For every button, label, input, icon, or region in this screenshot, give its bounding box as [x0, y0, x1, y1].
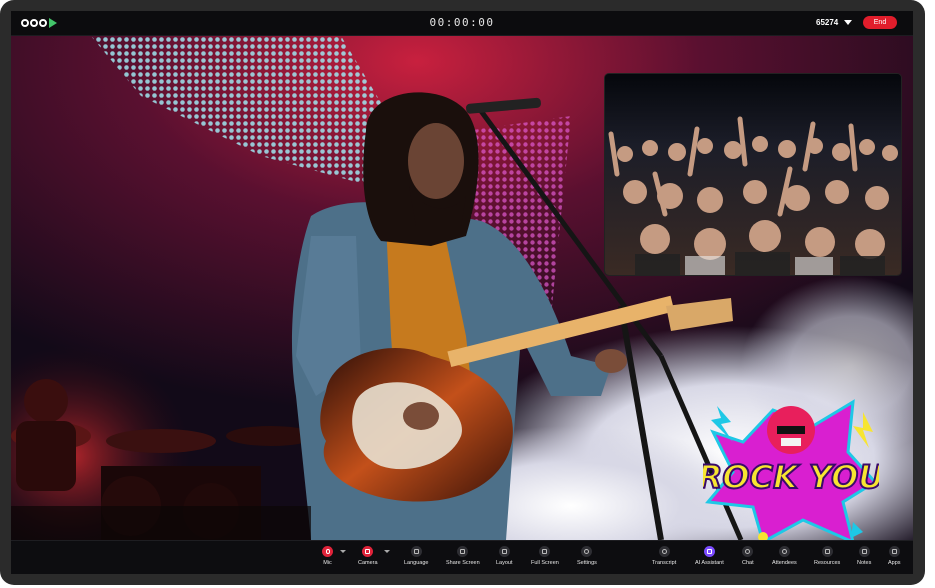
settings-icon: [581, 546, 593, 557]
language-icon: [410, 546, 422, 557]
sticker-text: ROCK YOU: [703, 458, 879, 496]
chat-icon: [742, 546, 754, 557]
participant-video-thumbnail[interactable]: [604, 73, 902, 276]
device-frame: 00:00:00 65274 End ROCK YOU Mic Camera L…: [0, 0, 925, 585]
settings-button[interactable]: Settings: [577, 546, 597, 566]
transcript-icon: [658, 546, 670, 557]
meeting-screen: 00:00:00 65274 End ROCK YOU Mic Camera L…: [11, 11, 913, 574]
ai-assistant-icon: [703, 546, 715, 557]
resources-icon: [821, 546, 833, 557]
resources-button[interactable]: Resources: [814, 546, 840, 566]
chat-button[interactable]: Chat: [742, 546, 754, 566]
transcript-button[interactable]: Transcript: [652, 546, 676, 566]
layout-icon: [498, 546, 510, 557]
crowd-image: [605, 74, 901, 275]
attendees-icon: [778, 546, 790, 557]
mic-button[interactable]: Mic: [322, 546, 333, 566]
ai-assistant-button[interactable]: AI Assistant: [695, 546, 724, 566]
full-screen-icon: [539, 546, 551, 557]
bottom-toolbar: Mic Camera Language Share Screen Layout: [11, 540, 913, 574]
attendees-button[interactable]: Attendees: [772, 546, 797, 566]
language-button[interactable]: Language: [404, 546, 428, 566]
top-bar: 00:00:00 65274 End: [11, 11, 913, 36]
meeting-timer: 00:00:00: [429, 16, 495, 29]
room-selector[interactable]: 65274: [816, 18, 853, 27]
camera-button[interactable]: Camera: [358, 546, 378, 566]
share-screen-button[interactable]: Share Screen: [446, 546, 480, 566]
rock-you-sticker[interactable]: ROCK YOU: [703, 392, 879, 540]
room-id: 65274: [816, 18, 839, 27]
end-call-button[interactable]: End: [863, 16, 897, 29]
layout-button[interactable]: Layout: [496, 546, 513, 566]
chevron-down-icon: [844, 20, 853, 25]
notes-button[interactable]: Notes: [857, 546, 871, 566]
camera-icon: [362, 546, 374, 557]
apps-icon: [888, 546, 900, 557]
full-screen-button[interactable]: Full Screen: [531, 546, 559, 566]
mic-icon: [322, 546, 333, 557]
apps-button[interactable]: Apps: [888, 546, 901, 566]
camera-options-chevron-down-icon[interactable]: [384, 550, 390, 553]
notes-icon: [858, 546, 870, 557]
main-video: ROCK YOU: [11, 36, 913, 540]
mic-options-chevron-down-icon[interactable]: [340, 550, 346, 553]
share-screen-icon: [457, 546, 469, 557]
